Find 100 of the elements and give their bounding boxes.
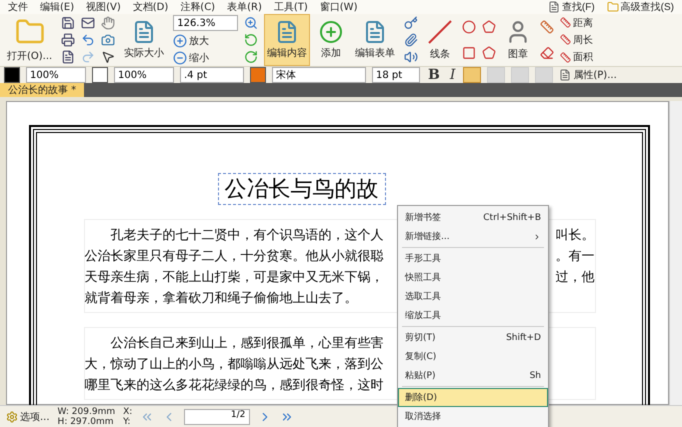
menu-item[interactable]: 复制(C): [398, 347, 548, 366]
zoom-field[interactable]: 126.3%: [173, 15, 238, 32]
menu-item[interactable]: 缩放工具: [398, 306, 548, 325]
font-dropdown[interactable]: 宋体: [272, 67, 366, 83]
shortcut-label: Sh: [530, 370, 541, 380]
shortcut-label: Ctrl+Shift+B: [483, 212, 541, 222]
menu-item[interactable]: 视图(V): [86, 0, 121, 14]
rotate-left-icon: [244, 32, 258, 47]
square-icon: [462, 46, 476, 60]
ruler-icon: [560, 52, 572, 63]
text-line: 就背着母亲，拿着砍刀和绳子偷偷地上山去了。: [84, 289, 358, 307]
camera-icon: [101, 32, 116, 47]
plus-circle-icon: [319, 20, 344, 44]
italic-button[interactable]: I: [448, 67, 458, 83]
toolbar-button[interactable]: 编辑表单: [352, 14, 398, 66]
align-button[interactable]: [463, 67, 482, 83]
text-line: 公治长家里只有母子二人，十分贫寒。他从小就很聪: [84, 247, 384, 265]
plus-circle-icon: [173, 34, 188, 48]
zoom-out-button[interactable]: 缩小: [173, 50, 210, 65]
y-coordinate: Y:: [123, 416, 130, 426]
menu-item[interactable]: 快照工具: [398, 268, 548, 287]
pentagon-icon: [482, 46, 496, 60]
ruler-icon: [560, 34, 572, 46]
search-button[interactable]: 高级查找(S): [606, 0, 674, 14]
align-button[interactable]: [511, 67, 530, 83]
speaker-icon: [404, 50, 418, 64]
save-icon: [61, 16, 76, 30]
open-button[interactable]: 打开(O)...: [4, 14, 56, 66]
menu-item[interactable]: 粘贴(P) Sh: [398, 366, 548, 385]
x-coordinate: X:: [123, 406, 132, 416]
search-button[interactable]: 查找(F): [548, 0, 595, 14]
minus-circle-icon: [173, 50, 188, 65]
ruler-icon: [560, 17, 572, 28]
zoom-in-button[interactable]: 放大: [173, 34, 210, 48]
align-button[interactable]: [487, 67, 506, 83]
gear-icon: [6, 410, 18, 422]
text-line: 叫长。: [556, 226, 594, 244]
menu-item[interactable]: 剪切(T) Shift+D: [398, 328, 548, 347]
undo-icon: [81, 32, 96, 47]
actual-size-button[interactable]: 实际大小: [121, 14, 168, 66]
properties-button[interactable]: 属性(P)...: [559, 68, 617, 82]
stroke-opacity-dropdown[interactable]: 100%: [114, 67, 174, 83]
menu-item[interactable]: 编辑(E): [40, 0, 74, 14]
pentagon-icon: [482, 20, 496, 34]
fill-color-swatch[interactable]: [4, 67, 20, 83]
eraser-icon: [540, 46, 554, 60]
text-line: 天母亲生病，不能上山打柴，可是家中又无米下锅，: [84, 268, 384, 286]
fill-opacity-dropdown[interactable]: 100%: [26, 67, 86, 83]
document-title[interactable]: 公冶长与鸟的故: [218, 173, 386, 205]
cursor-icon: [101, 50, 116, 64]
measure-button[interactable]: 周长: [560, 32, 594, 47]
stroke-color-swatch[interactable]: [92, 67, 108, 83]
toolbar-button[interactable]: 编辑内容: [264, 14, 310, 66]
stroke-width-dropdown[interactable]: .4 pt: [180, 67, 244, 83]
zoom-in-icon: [244, 16, 258, 30]
text-line: 。有一: [556, 247, 594, 265]
options-button[interactable]: 选项...: [6, 410, 50, 424]
menu-item[interactable]: 取消选择: [398, 407, 548, 426]
scrollbar[interactable]: [669, 101, 682, 405]
toolbar-button[interactable]: 添加: [316, 14, 346, 66]
menu-item[interactable]: 手形工具: [398, 249, 548, 268]
menu-item[interactable]: 窗口(W): [320, 0, 358, 14]
hand-icon: [101, 16, 116, 30]
rotate-right-icon: [244, 50, 258, 64]
line-icon: [427, 19, 454, 45]
measure-button[interactable]: 面积: [560, 50, 594, 64]
menu-item[interactable]: 删除(D): [398, 388, 548, 407]
menu-item[interactable]: 注释(C): [180, 0, 216, 14]
page-number-field[interactable]: 1/2: [184, 408, 250, 424]
menu-item[interactable]: 文档(D): [132, 0, 168, 14]
menu-item[interactable]: 文件: [8, 0, 28, 14]
text-color-swatch[interactable]: [250, 67, 266, 83]
document-icon: [559, 69, 572, 81]
printer-icon: [61, 32, 76, 47]
folder-icon: [606, 1, 619, 13]
mail-icon: [81, 16, 96, 30]
text-line: 大，惊动了山上的小鸟，都嗡嗡从远处飞来，落到公: [84, 355, 384, 373]
text-line: 过，他: [556, 268, 594, 286]
document-icon: [61, 50, 76, 64]
menu-item[interactable]: 选取工具: [398, 287, 548, 306]
bold-button[interactable]: B: [426, 67, 442, 83]
text-line: 公治长自己来到山上，感到很孤单，心里有些害: [110, 334, 384, 352]
document-tab[interactable]: 公治长的故事 *: [0, 83, 84, 97]
text-line: 哪里飞来的这么多花花绿绿的鸟，感到很奇怪，这时: [84, 376, 384, 394]
menu-item[interactable]: 新增书签 Ctrl+Shift+B: [398, 208, 548, 227]
circle-icon: [462, 20, 476, 34]
align-button[interactable]: [535, 67, 554, 83]
font-size-dropdown[interactable]: 18 pt: [372, 67, 420, 83]
line-button[interactable]: 线条: [424, 14, 456, 66]
measure-button[interactable]: 距离: [560, 16, 594, 30]
redo-icon: [81, 50, 96, 64]
menu-item[interactable]: 新增链接...: [398, 227, 548, 246]
shortcut-label: Shift+D: [506, 332, 541, 342]
key-icon: [404, 16, 418, 30]
page-width: W: 209.9mm: [58, 406, 116, 416]
page-height: H: 297.0mm: [58, 416, 114, 426]
menu-item[interactable]: 表单(R): [227, 0, 262, 14]
menu-item[interactable]: 工具(T): [274, 0, 308, 14]
document-icon: [548, 1, 560, 13]
stamp-button[interactable]: 图章: [502, 14, 534, 66]
